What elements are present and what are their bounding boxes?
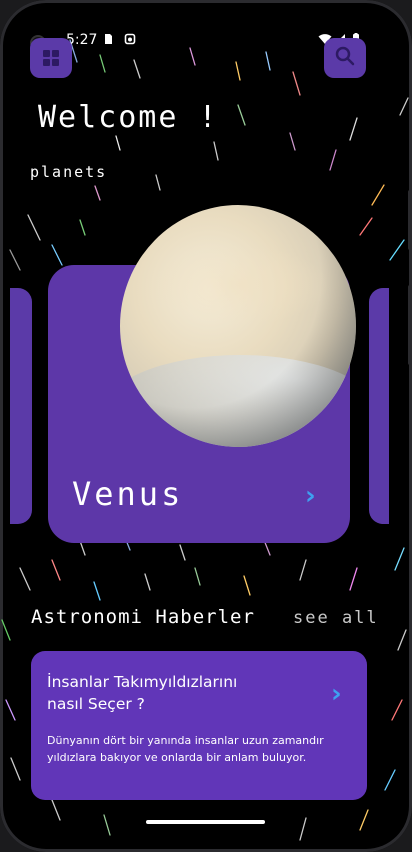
menu-button[interactable] <box>30 38 72 78</box>
search-icon <box>335 46 355 66</box>
phone-screen: 5:27 Welcome ! planets Venus › Astronomi… <box>0 0 412 852</box>
search-button[interactable] <box>324 38 366 78</box>
grid-icon <box>43 50 59 66</box>
venus-planet-image <box>120 205 356 447</box>
planet-name: Venus <box>72 475 184 513</box>
news-card[interactable]: İnsanlar Takımyıldızlarını nasıl Seçer ?… <box>31 651 367 800</box>
news-title: İnsanlar Takımyıldızlarını nasıl Seçer ? <box>47 673 238 713</box>
power-button <box>408 190 412 250</box>
section-label-planets: planets <box>30 163 108 181</box>
notification-icon <box>124 33 136 45</box>
chevron-right-icon[interactable]: › <box>305 481 316 511</box>
home-indicator[interactable] <box>146 820 265 824</box>
next-planet-card[interactable] <box>369 288 389 524</box>
news-body: Dünyanın dört bir yanında insanlar uzun … <box>47 734 324 764</box>
chevron-right-icon[interactable]: › <box>331 679 342 709</box>
prev-planet-card[interactable] <box>10 288 32 524</box>
news-section-title: Astronomi Haberler <box>31 606 255 628</box>
sd-card-icon <box>105 34 112 44</box>
page-title: Welcome ! <box>38 100 219 135</box>
volume-button <box>408 285 412 365</box>
see-all-link[interactable]: see all <box>293 608 379 628</box>
